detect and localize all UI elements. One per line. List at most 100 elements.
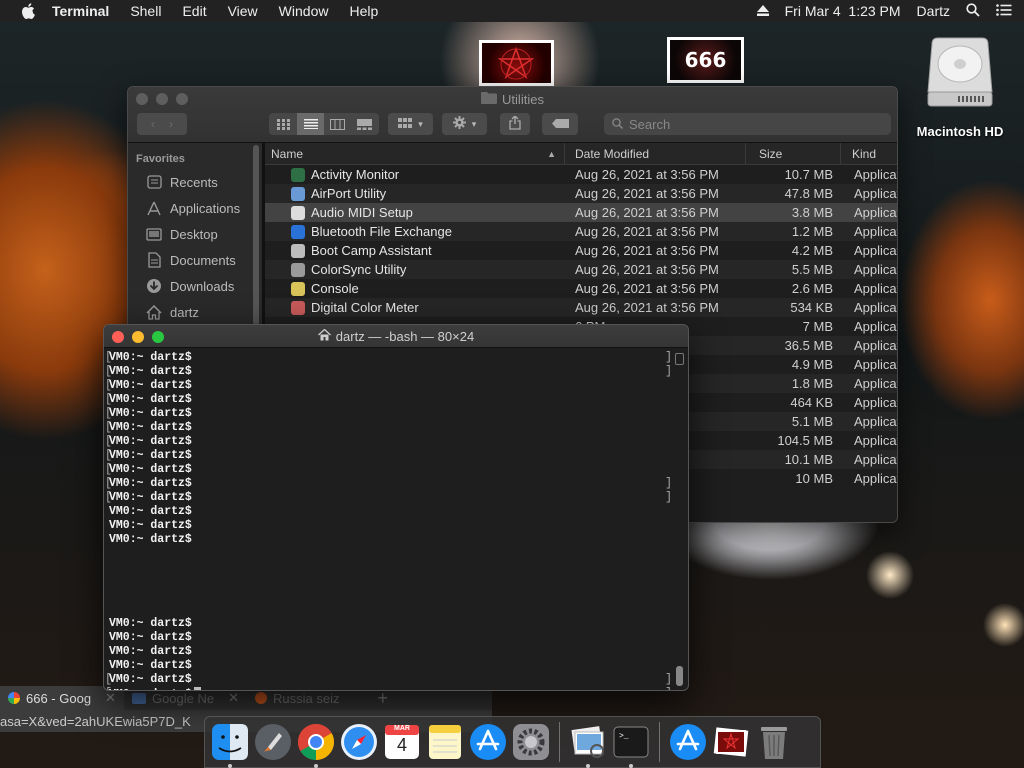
group-by-button[interactable]: ▾	[388, 113, 433, 135]
app-icon	[291, 205, 305, 220]
apple-menu-icon[interactable]	[18, 3, 38, 19]
column-header-size[interactable]: Size	[746, 142, 841, 165]
dock-system-preferences[interactable]	[511, 722, 551, 762]
file-row[interactable]: Activity Monitor Aug 26, 2021 at 3:56 PM 1…	[265, 165, 897, 184]
gallery-view-icon[interactable]	[351, 118, 378, 130]
hard-drive-icon[interactable]	[924, 34, 996, 110]
menu-view[interactable]: View	[228, 3, 258, 19]
running-indicator	[314, 764, 318, 768]
column-header-date[interactable]: Date Modified	[565, 142, 746, 165]
sidebar-item-downloads[interactable]: Downloads	[128, 273, 262, 299]
dock-preview[interactable]	[568, 722, 608, 768]
close-tab-icon[interactable]: ✕	[228, 690, 239, 706]
file-kind: Applicat	[854, 319, 897, 334]
dock-separator	[559, 722, 560, 762]
file-size: 10.1 MB	[784, 452, 833, 467]
file-row[interactable]: Boot Camp Assistant Aug 26, 2021 at 3:56 …	[265, 241, 897, 260]
dock: MAR 4 >_	[204, 716, 821, 768]
file-kind: Applicat	[854, 167, 897, 182]
column-view-icon[interactable]	[324, 118, 351, 130]
line-mark-left: [	[105, 463, 112, 476]
notification-center-icon[interactable]	[996, 3, 1012, 19]
menu-window[interactable]: Window	[279, 3, 329, 19]
sidebar-item-desktop[interactable]: Desktop	[128, 221, 262, 247]
running-indicator	[228, 764, 232, 768]
menubar-clock[interactable]: Fri Mar 4 1:23 PM	[785, 3, 901, 19]
menu-edit[interactable]: Edit	[182, 3, 206, 19]
app-store-icon	[670, 724, 706, 760]
dock-app-store-download[interactable]	[668, 722, 708, 762]
file-row[interactable]: Audio MIDI Setup Aug 26, 2021 at 3:56 PM 3…	[265, 203, 897, 222]
file-date: Aug 26, 2021 at 3:56 PM	[575, 243, 719, 258]
file-row[interactable]: Bluetooth File Exchange Aug 26, 2021 at 3…	[265, 222, 897, 241]
share-button[interactable]	[500, 113, 530, 135]
dock-terminal[interactable]: >_	[611, 722, 651, 768]
column-header-name[interactable]: Name ▲	[265, 142, 565, 165]
terminal-output[interactable]: [VM0:~ dartz$][VM0:~ dartz$][VM0:~ dartz…	[104, 349, 672, 690]
sidebar-item-home[interactable]: dartz	[128, 299, 262, 325]
back-forward-buttons[interactable]: ‹ ›	[137, 113, 187, 135]
action-menu-button[interactable]: ▾	[442, 113, 487, 135]
icon-view-icon[interactable]	[270, 118, 297, 130]
terminal-line-text: VM0:~ dartz$	[109, 491, 192, 504]
terminal-line: [VM0:~ dartz$	[105, 407, 670, 421]
sidebar-item-recents[interactable]: Recents	[128, 169, 262, 195]
terminal-scrollbar[interactable]	[675, 353, 684, 686]
eject-icon[interactable]	[756, 3, 769, 19]
dock-chrome[interactable]	[296, 722, 336, 768]
finder-titlebar[interactable]: Utilities ‹ › ▾ ▾ Search	[128, 87, 897, 143]
file-name: Activity Monitor	[311, 167, 400, 182]
app-icon	[291, 281, 305, 296]
column-header-kind[interactable]: Kind	[841, 143, 897, 165]
dock-safari[interactable]	[339, 722, 379, 762]
terminal-titlebar[interactable]: dartz — -bash — 80×24	[104, 325, 688, 348]
file-row[interactable]: AirPort Utility Aug 26, 2021 at 3:56 PM 47…	[265, 184, 897, 203]
file-row[interactable]: ColorSync Utility Aug 26, 2021 at 3:56 PM…	[265, 260, 897, 279]
dock-finder[interactable]	[210, 722, 250, 768]
dock-calendar[interactable]: MAR 4	[382, 722, 422, 762]
dock-trash[interactable]	[754, 722, 794, 762]
tags-button[interactable]	[542, 113, 578, 135]
home-icon	[146, 304, 162, 320]
view-mode-segmented[interactable]	[269, 113, 379, 135]
menubar-user[interactable]: Dartz	[917, 3, 950, 19]
dock-image-stack[interactable]	[711, 722, 751, 762]
sidebar-item-applications[interactable]: Applications	[128, 195, 262, 221]
share-icon	[509, 114, 521, 133]
back-icon[interactable]: ‹	[151, 117, 155, 131]
file-row[interactable]: Console Aug 26, 2021 at 3:56 PM 2.6 MB Appl…	[265, 279, 897, 298]
close-tab-icon[interactable]: ✕	[105, 690, 116, 706]
menu-help[interactable]: Help	[349, 3, 378, 19]
terminal-scroll-thumb[interactable]	[676, 666, 683, 686]
file-size: 10.7 MB	[784, 167, 833, 182]
dock-app-store[interactable]	[468, 722, 508, 762]
dock-notes[interactable]	[425, 722, 465, 762]
finder-search-field[interactable]: Search	[604, 113, 891, 135]
search-icon	[612, 117, 623, 132]
terminal-line: VM0:~ dartz$	[109, 659, 670, 673]
menu-app-terminal[interactable]: Terminal	[52, 3, 109, 19]
file-size: 7 MB	[802, 319, 833, 334]
list-view-icon[interactable]	[297, 113, 324, 135]
desktop-image-thumbnail[interactable]	[479, 40, 554, 86]
menu-shell[interactable]: Shell	[130, 3, 161, 19]
file-kind: Applicat	[854, 338, 897, 353]
desktop-666-thumbnail[interactable]: 666	[667, 37, 744, 83]
forward-icon[interactable]: ›	[169, 117, 173, 131]
dock-launchpad[interactable]	[253, 722, 293, 762]
hard-drive-label[interactable]: Macintosh HD	[900, 124, 1020, 139]
running-indicator	[629, 764, 633, 768]
sidebar-scrollbar[interactable]	[253, 145, 259, 325]
google-news-favicon-icon	[131, 692, 146, 704]
spotlight-search-icon[interactable]	[966, 2, 980, 20]
terminal-line-text: VM0:~ dartz$	[109, 365, 192, 378]
sidebar-item-documents[interactable]: Documents	[128, 247, 262, 273]
chevron-down-icon: ▾	[471, 118, 477, 129]
svg-text:>_: >_	[619, 732, 629, 741]
preview-icon	[571, 726, 604, 758]
file-date: Aug 26, 2021 at 3:56 PM	[575, 224, 719, 239]
file-row[interactable]: Digital Color Meter Aug 26, 2021 at 3:56 …	[265, 298, 897, 317]
line-mark-left: [	[105, 687, 112, 690]
app-icon	[291, 300, 305, 315]
